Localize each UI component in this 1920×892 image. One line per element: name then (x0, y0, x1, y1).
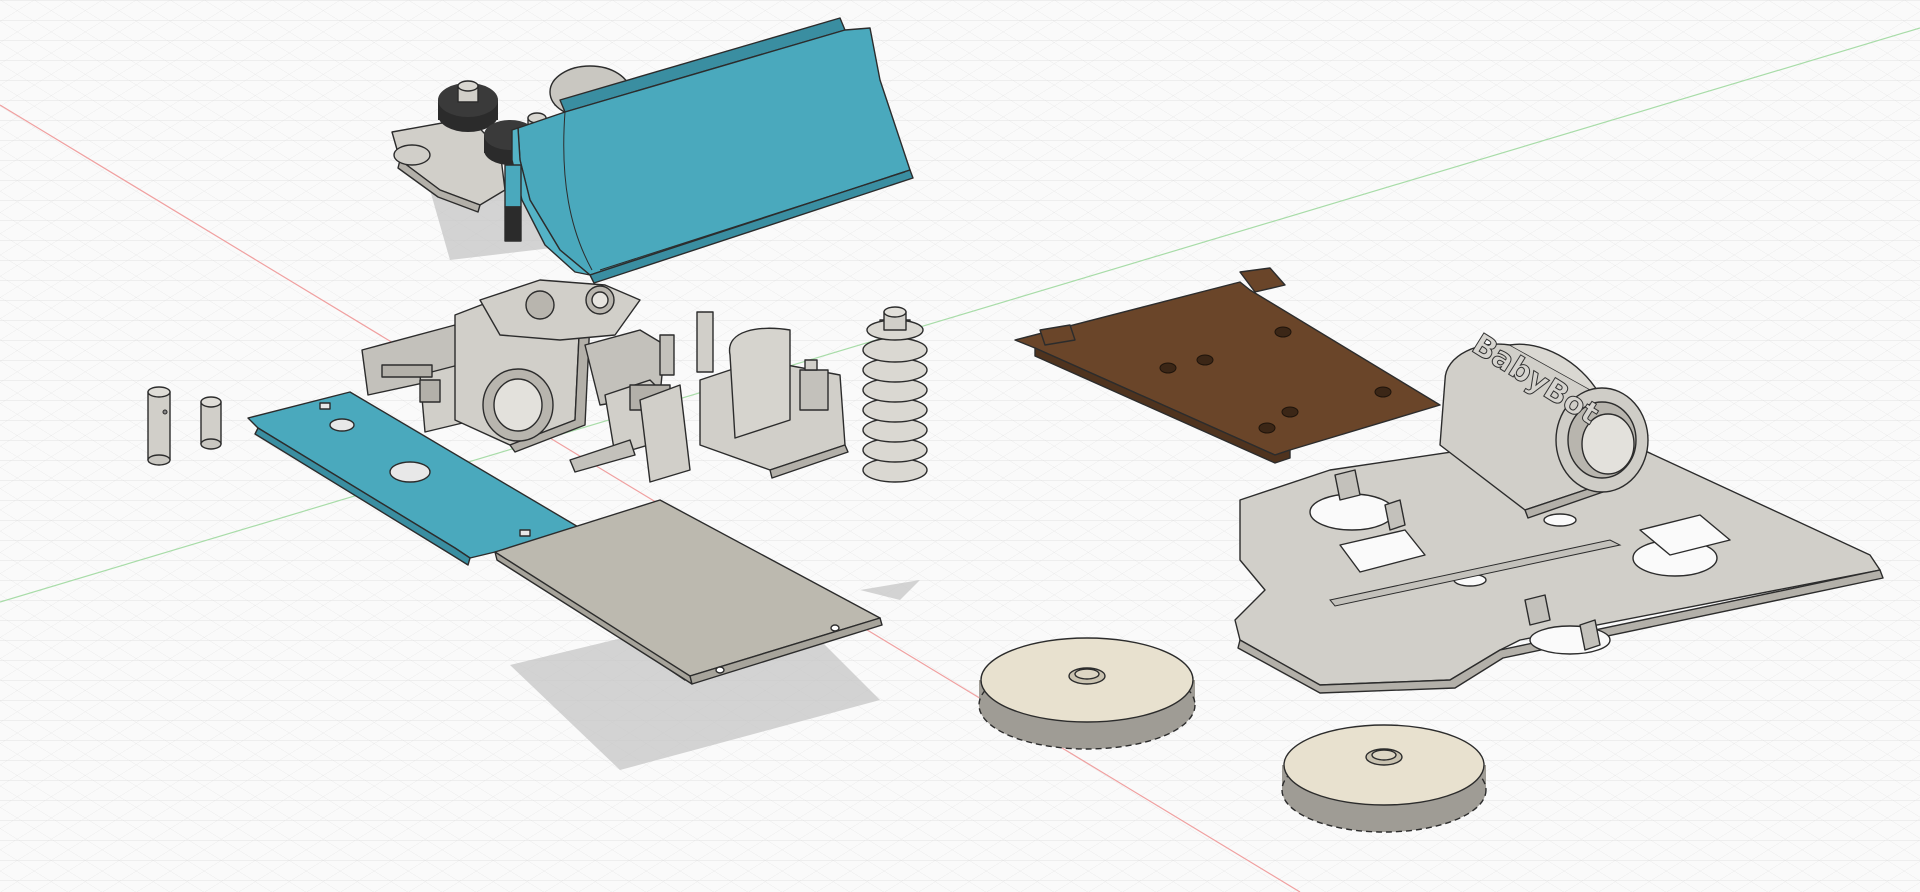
spur-gear-1[interactable] (978, 637, 1196, 750)
worm-gear[interactable] (862, 306, 928, 483)
black-gear-left[interactable] (438, 80, 498, 132)
spur-gear-2[interactable] (1281, 724, 1487, 833)
3d-viewport[interactable]: BabyBot (0, 0, 1920, 892)
